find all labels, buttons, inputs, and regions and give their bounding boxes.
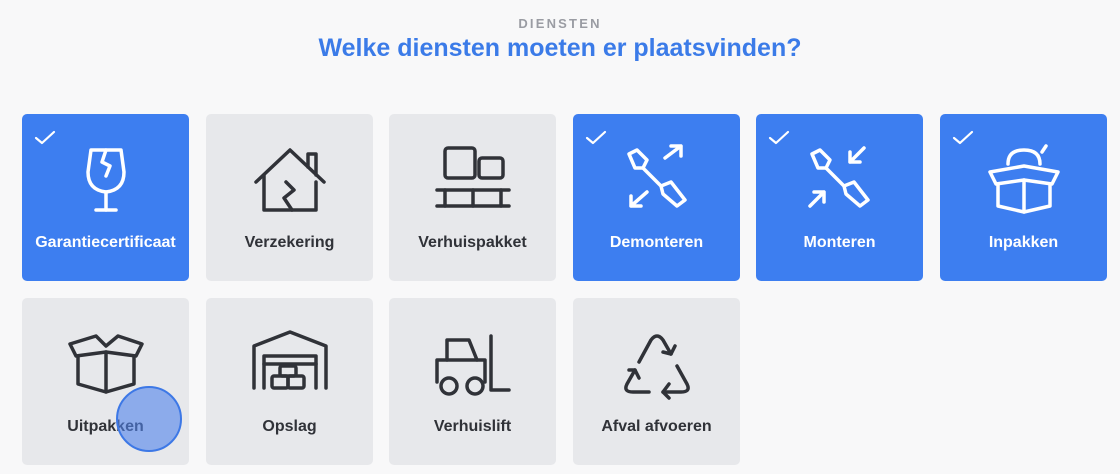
service-card-verhuislift[interactable]: Verhuislift [389,298,556,465]
storage-garage-icon [252,330,328,390]
service-label: Demonteren [609,234,704,251]
service-card-inpakken[interactable]: Inpakken [940,114,1107,281]
service-card-verzekering[interactable]: Verzekering [206,114,373,281]
service-label: Garantiecertificaat [35,234,176,251]
screwdriver-compress-icon [808,146,870,208]
forklift-icon [435,334,511,396]
service-label: Verhuispakket [418,234,527,251]
service-card-monteren[interactable]: Monteren [756,114,923,281]
checkmark-icon [585,130,607,145]
service-label: Inpakken [988,234,1059,251]
packing-box-icon [988,144,1060,214]
service-label: Monteren [803,234,876,251]
screwdriver-expand-icon [627,144,687,208]
checkmark-icon [952,130,974,145]
service-card-afval-afvoeren[interactable]: Afval afvoeren [573,298,740,465]
service-label: Opslag [262,418,317,435]
touch-cursor-indicator [116,386,182,452]
service-card-garantiecertificaat[interactable]: Garantiecertificaat [22,114,189,281]
service-label: Afval afvoeren [601,418,712,435]
service-card-opslag[interactable]: Opslag [206,298,373,465]
checkmark-icon [768,130,790,145]
boxes-on-pallet-icon [435,146,511,208]
house-crack-icon [254,148,326,212]
service-card-verhuispakket[interactable]: Verhuispakket [389,114,556,281]
service-label: Verzekering [244,234,335,251]
recycle-icon [624,334,690,400]
checkmark-icon [34,130,56,145]
service-card-demonteren[interactable]: Demonteren [573,114,740,281]
broken-glass-icon [86,148,126,212]
page-title: Welke diensten moeten er plaatsvinden? [318,34,802,62]
section-eyebrow: DIENSTEN [518,16,602,31]
service-label: Verhuislift [433,418,512,435]
